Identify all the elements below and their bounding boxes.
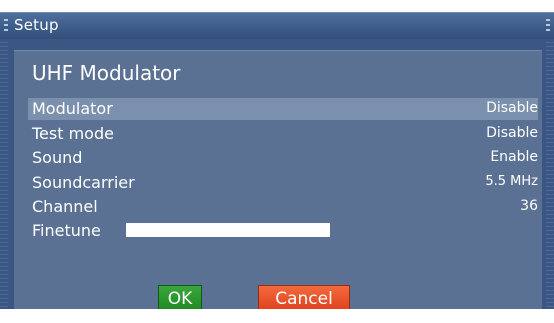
panel-title: UHF Modulator (32, 61, 181, 85)
frame-edge-left (0, 39, 8, 309)
uhf-modulator-panel: UHF Modulator Modulator Disable Test mod… (14, 50, 542, 311)
finetune-slider[interactable] (126, 223, 330, 237)
setting-row-channel[interactable]: Channel 36 (28, 196, 538, 218)
setting-value: Disable (486, 125, 538, 141)
ok-button[interactable]: OK (158, 285, 202, 311)
setting-label: Finetune (32, 221, 101, 240)
setup-window: Setup UHF Modulator Modulator Disable Te… (0, 0, 554, 323)
window-title: Setup (14, 16, 59, 34)
grip-icon (545, 17, 551, 35)
setting-label: Sound (32, 148, 83, 167)
title-bar: Setup (0, 12, 554, 40)
setting-row-soundcarrier[interactable]: Soundcarrier 5.5 MHz (28, 172, 538, 194)
setting-label: Soundcarrier (32, 173, 135, 192)
setting-row-finetune[interactable]: Finetune (28, 220, 538, 242)
setting-label: Test mode (32, 124, 114, 143)
frame-edge-right (546, 39, 554, 309)
setting-label: Channel (32, 197, 98, 216)
setting-label: Modulator (32, 99, 113, 118)
grip-icon (3, 17, 9, 35)
bottom-strip (0, 309, 554, 323)
cancel-button[interactable]: Cancel (258, 285, 350, 311)
setting-row-test-mode[interactable]: Test mode Disable (28, 123, 538, 145)
setting-value: 36 (520, 198, 538, 214)
setting-value: 5.5 MHz (485, 174, 538, 189)
setting-value: Disable (486, 100, 538, 116)
setting-row-modulator[interactable]: Modulator Disable (28, 98, 538, 120)
setting-value: Enable (490, 149, 538, 165)
setting-row-sound[interactable]: Sound Enable (28, 147, 538, 169)
